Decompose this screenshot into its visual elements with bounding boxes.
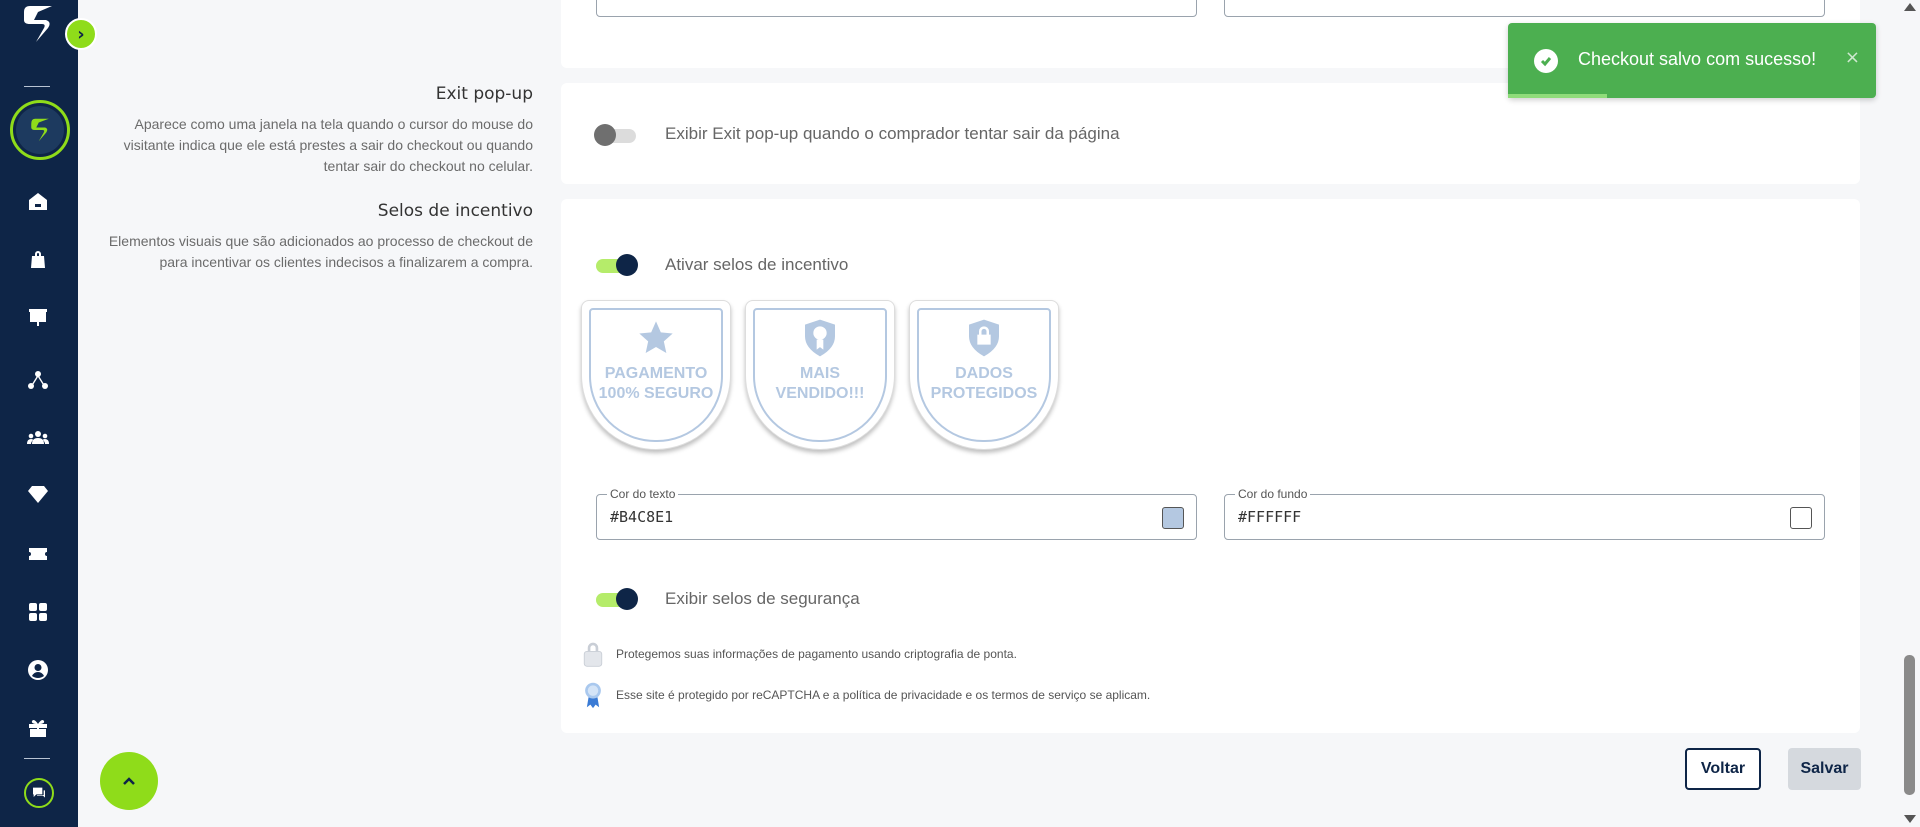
- badge-protected-data[interactable]: DADOS PROTEGIDOS: [909, 300, 1059, 450]
- toast-message: Checkout salvo com sucesso!: [1578, 49, 1817, 69]
- security-toggle[interactable]: [594, 587, 638, 611]
- exit-popup-toggle[interactable]: [594, 123, 638, 147]
- chat-icon[interactable]: [24, 778, 54, 808]
- input-field[interactable]: [1224, 0, 1825, 17]
- scrollbar[interactable]: [1900, 0, 1920, 827]
- exit-popup-description: Aparece como uma janela na tela quando o…: [123, 116, 533, 174]
- scroll-to-top-button[interactable]: [100, 752, 158, 810]
- award-shield-icon: [805, 319, 835, 357]
- expand-sidebar-button[interactable]: ›: [65, 18, 97, 50]
- home-icon[interactable]: [24, 188, 52, 216]
- sidebar: ›: [0, 0, 97, 827]
- padlock-icon: [583, 642, 603, 667]
- badge-line: PROTEGIDOS: [930, 385, 1038, 402]
- exit-popup-toggle-label: Exibir Exit pop-up quando o comprador te…: [665, 124, 1120, 143]
- apps-grid-icon[interactable]: [24, 598, 52, 626]
- back-button[interactable]: Voltar: [1685, 748, 1761, 790]
- bg-color-value[interactable]: #FFFFFF: [1238, 508, 1301, 526]
- close-icon[interactable]: ×: [1845, 47, 1860, 68]
- network-icon[interactable]: [24, 366, 52, 394]
- badge-line: 100% SEGURO: [598, 385, 714, 402]
- star-icon: [639, 321, 673, 353]
- scroll-down-arrow[interactable]: [1904, 815, 1916, 823]
- success-toast: Checkout salvo com sucesso! ×: [1508, 23, 1876, 98]
- ticket-icon[interactable]: [24, 540, 52, 568]
- toast-progress: [1508, 94, 1608, 98]
- presentation-chart-icon[interactable]: [24, 304, 52, 332]
- exit-popup-title: Exit pop-up: [435, 84, 533, 104]
- diamond-icon[interactable]: [24, 480, 52, 508]
- security-line-text: Esse site é protegido por reCAPTCHA e a …: [616, 688, 1151, 702]
- badge-line: MAIS: [799, 365, 840, 382]
- incentive-toggle[interactable]: [594, 253, 638, 277]
- input-field[interactable]: [596, 0, 1197, 17]
- bg-color-field[interactable]: Cor do fundo #FFFFFF: [1224, 487, 1825, 540]
- shopping-bag-icon[interactable]: [24, 246, 52, 274]
- incentive-label: Selos de incentivo Elementos visuais que…: [93, 201, 533, 273]
- avatar[interactable]: [10, 100, 70, 160]
- text-color-label: Cor do texto: [607, 487, 679, 501]
- security-line-text: Protegemos suas informações de pagamento…: [616, 647, 1017, 661]
- scroll-up-arrow[interactable]: [1904, 3, 1916, 11]
- badge-secure-payment[interactable]: PAGAMENTO 100% SEGURO: [581, 300, 731, 450]
- lock-shield-icon: [969, 319, 999, 357]
- text-color-field[interactable]: Cor do texto #B4C8E1: [596, 487, 1197, 540]
- check-circle-icon: [1534, 49, 1558, 73]
- badge-line: VENDIDO!!!: [775, 385, 865, 402]
- security-line: Protegemos suas informações de pagamento…: [582, 640, 1017, 668]
- exit-popup-card: Exibir Exit pop-up quando o comprador te…: [561, 83, 1860, 184]
- badge-line: DADOS: [955, 365, 1013, 382]
- bg-color-swatch[interactable]: [1790, 507, 1812, 529]
- badge-best-seller[interactable]: MAIS VENDIDO!!!: [745, 300, 895, 450]
- users-icon[interactable]: [24, 424, 52, 452]
- chevron-up-icon: [123, 777, 135, 785]
- text-color-swatch[interactable]: [1162, 507, 1184, 529]
- incentive-toggle-label: Ativar selos de incentivo: [665, 255, 849, 274]
- gift-icon[interactable]: [24, 714, 52, 742]
- ribbon-icon: [585, 682, 601, 709]
- text-color-value[interactable]: #B4C8E1: [610, 508, 673, 526]
- user-circle-icon[interactable]: [24, 656, 52, 684]
- exit-popup-label: Exit pop-up Aparece como uma janela na t…: [93, 84, 533, 177]
- divider: [24, 86, 50, 87]
- app-logo[interactable]: [18, 2, 58, 46]
- scrollbar-thumb[interactable]: [1904, 655, 1915, 795]
- incentive-description: Elementos visuais que são adicionados ao…: [108, 233, 533, 270]
- save-button[interactable]: Salvar: [1788, 748, 1861, 790]
- bg-color-label: Cor do fundo: [1235, 487, 1311, 501]
- badge-line: PAGAMENTO: [604, 365, 708, 382]
- security-toggle-label: Exibir selos de segurança: [665, 589, 860, 608]
- divider: [24, 758, 50, 759]
- security-line: Esse site é protegido por reCAPTCHA e a …: [582, 681, 1150, 709]
- incentive-title: Selos de incentivo: [377, 201, 533, 221]
